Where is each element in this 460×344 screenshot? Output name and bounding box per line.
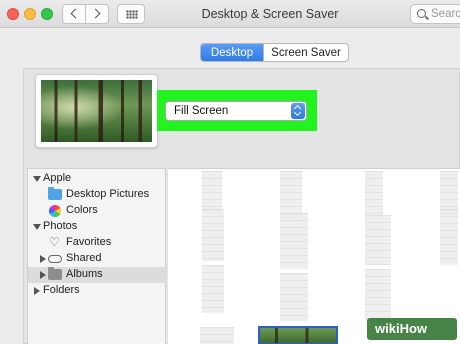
picture-thumbnail[interactable] xyxy=(280,171,302,219)
back-button[interactable] xyxy=(62,4,86,24)
picture-thumbnail[interactable] xyxy=(202,171,222,211)
show-all-button[interactable] xyxy=(117,4,145,24)
picture-thumbnail[interactable] xyxy=(202,265,224,313)
grid-icon xyxy=(126,10,138,19)
fill-screen-popup-value: Fill Screen xyxy=(174,105,229,117)
search-icon xyxy=(417,9,426,18)
picture-thumbnail[interactable] xyxy=(365,215,391,265)
folder-icon xyxy=(48,187,62,200)
forward-button[interactable] xyxy=(85,4,109,24)
chevron-right-icon xyxy=(90,8,101,19)
picture-thumbnail[interactable] xyxy=(280,213,308,269)
tab-desktop[interactable]: Desktop xyxy=(201,44,263,61)
sidebar-item-label: Desktop Pictures xyxy=(66,188,150,200)
window-title: Desktop & Screen Saver xyxy=(201,7,339,21)
title-bar: Desktop & Screen Saver Search xyxy=(0,0,460,28)
sidebar-item-label: Photos xyxy=(43,220,78,232)
colors-icon xyxy=(49,205,61,217)
cloud-icon xyxy=(48,255,62,263)
disclosure-open-icon[interactable] xyxy=(33,176,41,182)
sidebar-item-shared[interactable]: Shared xyxy=(28,251,167,267)
wikihow-logo: wikiHow xyxy=(367,318,457,340)
chevron-left-icon xyxy=(70,8,81,19)
sidebar-item-label: Albums xyxy=(66,268,103,280)
close-window-button[interactable] xyxy=(7,8,19,20)
heart-icon: ♡ xyxy=(49,235,60,249)
sidebar-item-apple[interactable]: Apple xyxy=(28,171,167,187)
sidebar-item-colors[interactable]: Colors xyxy=(28,203,167,219)
wikihow-logo-text: wikiHow xyxy=(375,321,428,336)
search-placeholder: Search xyxy=(431,8,460,20)
fill-screen-popup[interactable]: Fill Screen xyxy=(165,101,307,121)
picture-thumbnail[interactable] xyxy=(202,209,224,261)
sidebar-item-label: Colors xyxy=(66,204,98,216)
sidebar-item-desktop-pictures[interactable]: Desktop Pictures xyxy=(28,187,167,203)
sidebar-item-label: Apple xyxy=(43,172,72,184)
sidebar-item-folders[interactable]: Folders xyxy=(28,283,167,299)
picture-thumbnail[interactable] xyxy=(365,171,383,215)
picture-thumbnail[interactable] xyxy=(200,327,234,344)
sidebar-item-label: Favorites xyxy=(66,236,112,248)
disclosure-closed-icon[interactable] xyxy=(40,271,46,279)
sidebar-item-albums[interactable]: Albums xyxy=(28,267,167,283)
minimize-window-button[interactable] xyxy=(24,8,36,20)
zoom-window-button[interactable] xyxy=(41,8,53,20)
selected-picture-thumbnail[interactable] xyxy=(258,326,338,344)
picture-thumbnail[interactable] xyxy=(365,269,391,321)
tab-control: Desktop Screen Saver xyxy=(200,43,349,62)
folder-icon xyxy=(48,267,62,280)
sidebar-item-label: Shared xyxy=(66,252,102,264)
popup-stepper-icon xyxy=(291,103,305,119)
current-wallpaper-preview xyxy=(35,74,158,148)
picture-thumbnail[interactable] xyxy=(280,273,308,321)
disclosure-closed-icon[interactable] xyxy=(34,287,40,295)
disclosure-open-icon[interactable] xyxy=(33,224,41,230)
tab-screen-saver[interactable]: Screen Saver xyxy=(263,44,348,61)
search-field[interactable]: Search xyxy=(410,4,460,24)
sidebar-item-label: Folders xyxy=(43,284,80,296)
sidebar-item-photos[interactable]: Photos xyxy=(28,219,167,235)
picture-thumbnail[interactable] xyxy=(440,209,458,265)
disclosure-closed-icon[interactable] xyxy=(40,255,46,263)
sidebar-item-favorites[interactable]: ♡ Favorites xyxy=(28,235,167,251)
forest-wallpaper-image xyxy=(41,80,152,142)
source-list: Apple Desktop Pictures Colors Photos ♡ F… xyxy=(27,168,167,344)
